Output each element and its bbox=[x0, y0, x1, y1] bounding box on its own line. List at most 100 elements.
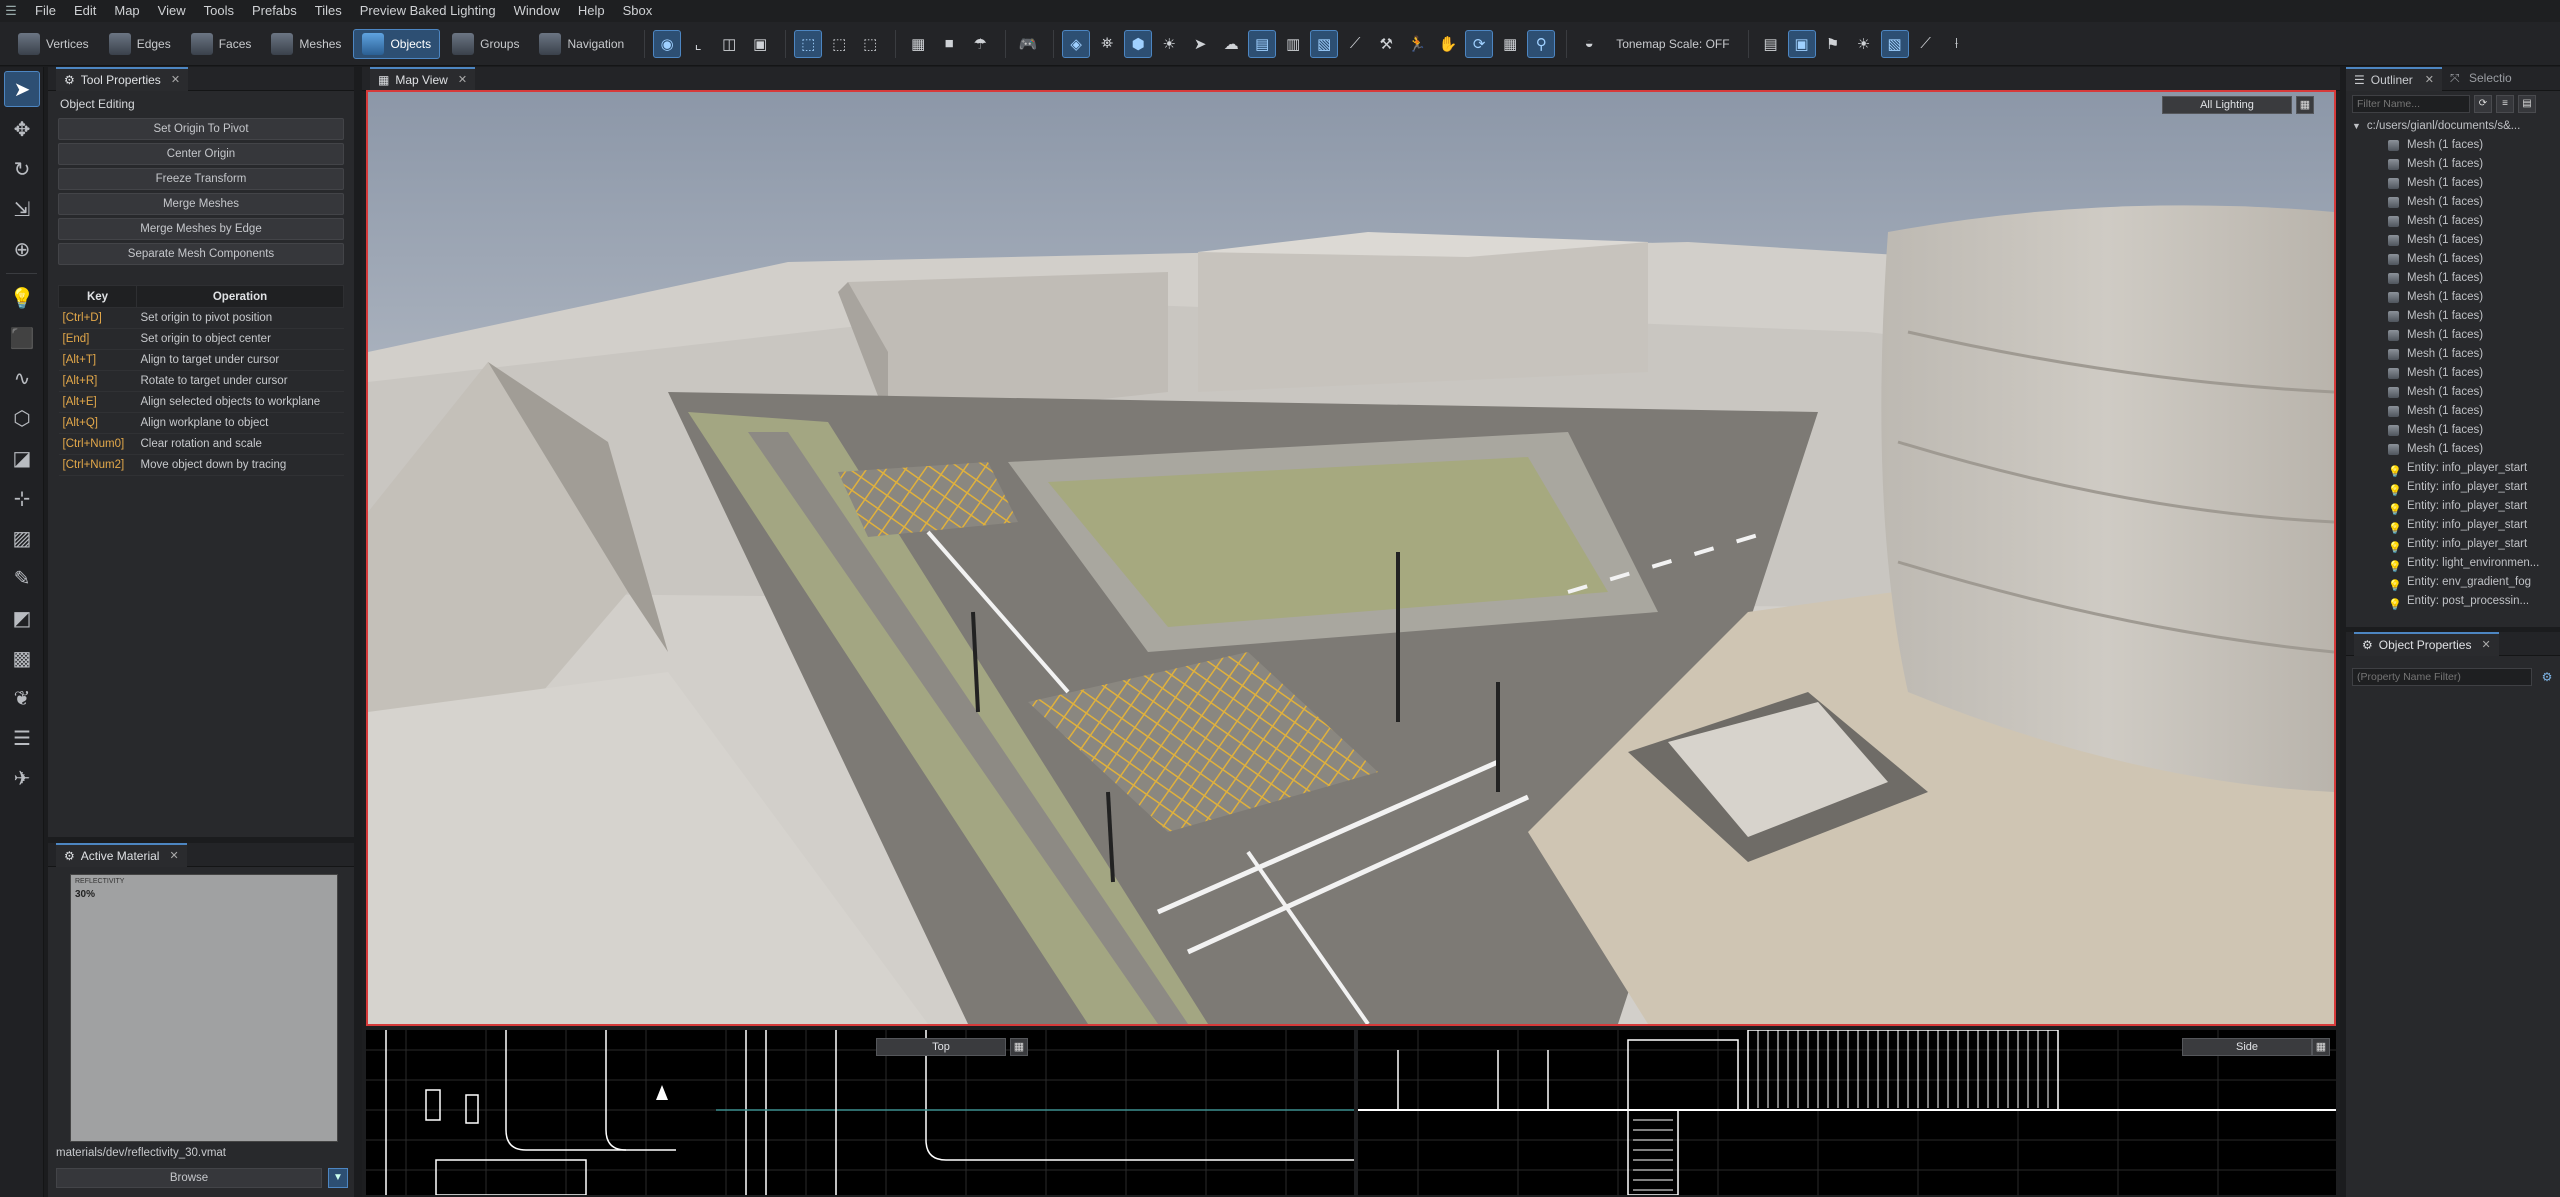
options-icon[interactable]: ▤ bbox=[2518, 95, 2536, 113]
mode-navigation-button[interactable]: Navigation bbox=[531, 29, 632, 59]
grid-snap-icon[interactable]: ▣ bbox=[746, 30, 774, 58]
side-ortho-viewport[interactable]: Side ▦ bbox=[1358, 1030, 2336, 1195]
list-item[interactable]: Mesh (1 faces) bbox=[2388, 193, 2560, 212]
paths-filter-icon[interactable]: ➤ bbox=[1186, 30, 1214, 58]
layout-icon[interactable]: ▤ bbox=[1757, 30, 1785, 58]
separate-mesh-components-button[interactable]: Separate Mesh Components bbox=[58, 243, 344, 265]
browse-dropdown-icon[interactable]: ▼ bbox=[328, 1168, 348, 1188]
visibility-filter-icon[interactable]: ◈ bbox=[1062, 29, 1091, 58]
list-item[interactable]: Mesh (1 faces) bbox=[2388, 345, 2560, 364]
show-lights-icon[interactable]: ☂ bbox=[966, 30, 994, 58]
mode-groups-button[interactable]: Groups bbox=[444, 29, 527, 59]
polygon-tool-icon[interactable]: ⬡ bbox=[4, 400, 40, 436]
merge-meshes-button[interactable]: Merge Meshes bbox=[58, 193, 344, 215]
list-item[interactable]: 💡 Entity: info_player_start bbox=[2388, 459, 2560, 478]
app-menu-icon[interactable]: ☰ bbox=[4, 3, 18, 18]
viewport-layout-icon[interactable]: ▦ bbox=[2296, 96, 2314, 114]
list-item[interactable]: Mesh (1 faces) bbox=[2388, 383, 2560, 402]
mode-vertices-button[interactable]: Vertices bbox=[10, 29, 97, 59]
cubes-filter-icon[interactable]: ▧ bbox=[1310, 29, 1339, 58]
menu-view[interactable]: View bbox=[149, 0, 195, 22]
merge-meshes-by-edge-button[interactable]: Merge Meshes by Edge bbox=[58, 218, 344, 240]
tonemap-icon[interactable]: ◒ bbox=[1575, 30, 1603, 58]
pivot-tool-icon[interactable]: ⊕ bbox=[4, 231, 40, 267]
mode-faces-button[interactable]: Faces bbox=[183, 29, 260, 59]
top-view-layout-icon[interactable]: ▦ bbox=[1010, 1038, 1028, 1056]
nav-filter-icon[interactable]: ⟳ bbox=[1465, 29, 1494, 58]
tile-tool-icon[interactable]: ▩ bbox=[4, 640, 40, 676]
property-name-filter-input[interactable] bbox=[2352, 668, 2532, 686]
list-item[interactable]: Mesh (1 faces) bbox=[2388, 155, 2560, 174]
freeze-transform-button[interactable]: Freeze Transform bbox=[58, 168, 344, 190]
side-view-label[interactable]: Side bbox=[2182, 1038, 2312, 1056]
menu-sbox[interactable]: Sbox bbox=[614, 0, 662, 22]
block-tool-icon[interactable]: ⬛ bbox=[4, 320, 40, 356]
path-tool-icon[interactable]: ∿ bbox=[4, 360, 40, 396]
grid-filter-icon[interactable]: ▦ bbox=[1496, 30, 1524, 58]
texture-tool-icon[interactable]: ⊹ bbox=[4, 480, 40, 516]
tab-active-material[interactable]: ⚙ Active Material ✕ bbox=[56, 842, 187, 867]
stairs-tool-icon[interactable]: ☰ bbox=[4, 720, 40, 756]
audio-filter-icon[interactable]: ✋ bbox=[1434, 30, 1462, 58]
entities-filter-icon[interactable]: ⛯ bbox=[1093, 30, 1121, 58]
menu-window[interactable]: Window bbox=[505, 0, 569, 22]
snap-icon[interactable]: ◫ bbox=[715, 30, 743, 58]
list-view-icon[interactable]: ≡ bbox=[2496, 95, 2514, 113]
menu-tools[interactable]: Tools bbox=[195, 0, 243, 22]
menu-preview-baked-lighting[interactable]: Preview Baked Lighting bbox=[351, 0, 505, 22]
list-item[interactable]: Mesh (1 faces) bbox=[2388, 364, 2560, 383]
camera-icon[interactable]: ⚑ bbox=[1819, 30, 1847, 58]
close-icon[interactable]: ✕ bbox=[169, 849, 178, 862]
menu-prefabs[interactable]: Prefabs bbox=[243, 0, 306, 22]
expand-icon[interactable]: ▼ bbox=[2352, 117, 2361, 136]
mode-objects-button[interactable]: Objects bbox=[353, 28, 441, 59]
settings-icon[interactable]: ⚙ bbox=[2538, 668, 2556, 686]
decal-tool-icon[interactable]: ◩ bbox=[4, 600, 40, 636]
menu-tiles[interactable]: Tiles bbox=[306, 0, 351, 22]
list-item[interactable]: Mesh (1 faces) bbox=[2388, 269, 2560, 288]
paint-tool-icon[interactable]: ✎ bbox=[4, 560, 40, 596]
play-controller-icon[interactable]: 🎮 bbox=[1014, 30, 1042, 58]
list-item[interactable]: Mesh (1 faces) bbox=[2388, 326, 2560, 345]
outliner-filter-input[interactable] bbox=[2352, 95, 2470, 113]
meshes-filter-icon[interactable]: ⬢ bbox=[1124, 29, 1153, 58]
npc-filter-icon[interactable]: 🏃 bbox=[1403, 30, 1431, 58]
light-preview-icon[interactable]: ☀ bbox=[1850, 30, 1878, 58]
material-tool-icon[interactable]: ▨ bbox=[4, 520, 40, 556]
list-item[interactable]: Mesh (1 faces) bbox=[2388, 136, 2560, 155]
list-item[interactable]: Mesh (1 faces) bbox=[2388, 250, 2560, 269]
show-meshes-icon[interactable]: ▦ bbox=[904, 30, 932, 58]
select-tool-icon[interactable]: ➤ bbox=[4, 71, 40, 107]
sky-filter-icon[interactable]: ☁ bbox=[1217, 30, 1245, 58]
spline-tool-icon[interactable]: ✈ bbox=[4, 760, 40, 796]
physics-filter-icon[interactable]: ⚒ bbox=[1372, 30, 1400, 58]
menu-edit[interactable]: Edit bbox=[65, 0, 105, 22]
foliage-tool-icon[interactable]: ❦ bbox=[4, 680, 40, 716]
menu-map[interactable]: Map bbox=[105, 0, 148, 22]
menu-file[interactable]: File bbox=[26, 0, 65, 22]
select-mode-icon[interactable]: ◉ bbox=[653, 29, 682, 58]
lighting-mode-dropdown[interactable]: All Lighting bbox=[2162, 96, 2292, 114]
close-icon[interactable]: ✕ bbox=[2481, 638, 2490, 651]
tab-tool-properties[interactable]: ⚙ Tool Properties ✕ bbox=[56, 66, 189, 91]
side-view-layout-icon[interactable]: ▦ bbox=[2312, 1038, 2330, 1056]
close-icon[interactable]: ✕ bbox=[171, 73, 180, 86]
list-item[interactable]: 💡 Entity: info_player_start bbox=[2388, 497, 2560, 516]
list-item[interactable]: Mesh (1 faces) bbox=[2388, 288, 2560, 307]
blocks-filter-icon[interactable]: ▤ bbox=[1248, 29, 1277, 58]
list-item[interactable]: Mesh (1 faces) bbox=[2388, 402, 2560, 421]
menu-help[interactable]: Help bbox=[569, 0, 614, 22]
list-item[interactable]: 💡 Entity: info_player_start bbox=[2388, 535, 2560, 554]
browse-button[interactable]: Browse bbox=[56, 1168, 322, 1188]
list-item[interactable]: 💡 Entity: env_gradient_fog bbox=[2388, 573, 2560, 592]
list-item[interactable]: 💡 Entity: post_processin... bbox=[2388, 592, 2560, 611]
list-item[interactable]: Mesh (1 faces) bbox=[2388, 174, 2560, 193]
list-item[interactable]: Mesh (1 faces) bbox=[2388, 307, 2560, 326]
perspective-viewport[interactable]: All Lighting ▦ bbox=[366, 90, 2336, 1026]
refresh-icon[interactable]: ⟳ bbox=[2474, 95, 2492, 113]
pivot-icon[interactable]: ⌞ bbox=[684, 30, 712, 58]
overlay-icon[interactable]: ⟋ bbox=[1912, 30, 1940, 58]
ropes-filter-icon[interactable]: ⟋ bbox=[1341, 30, 1369, 58]
mode-edges-button[interactable]: Edges bbox=[101, 29, 179, 59]
tab-selection[interactable]: ⤧ Selectio bbox=[2442, 71, 2520, 86]
